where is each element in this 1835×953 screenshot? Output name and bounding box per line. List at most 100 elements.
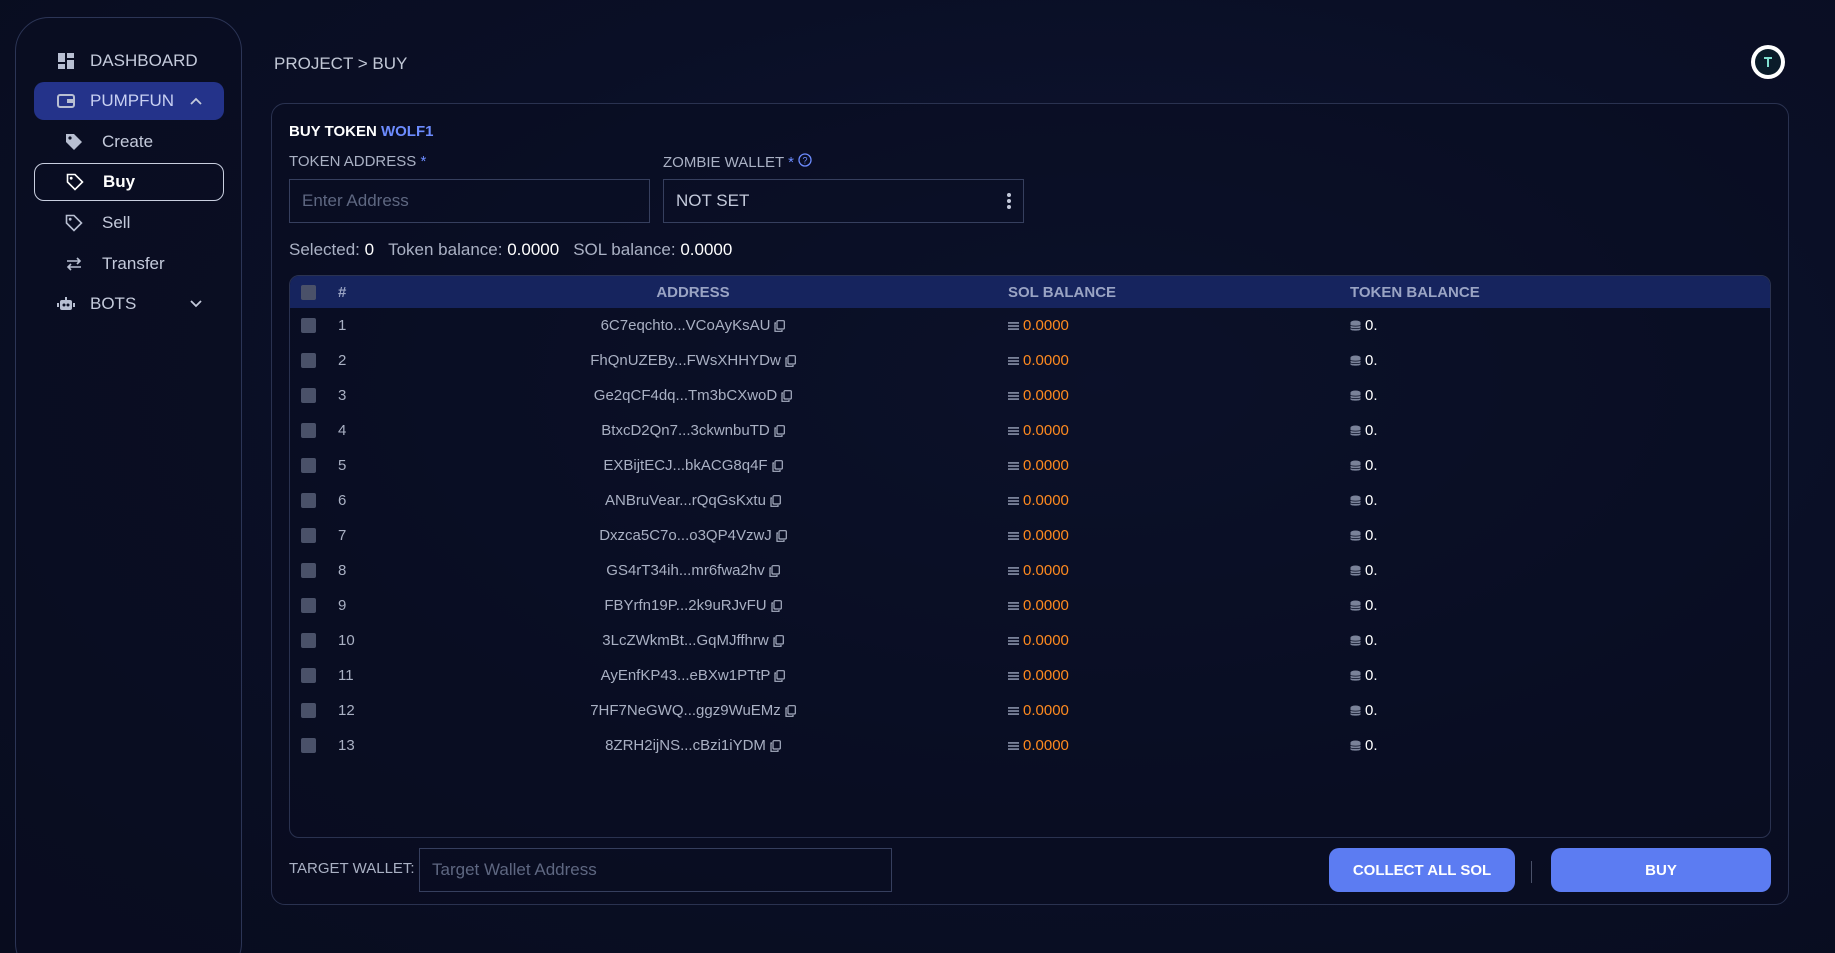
row-num: 12 bbox=[338, 702, 355, 719]
table-row[interactable]: 13 8ZRH2ijNS...cBzi1iYDM 0.0000 0. bbox=[290, 728, 1770, 763]
row-num: 3 bbox=[338, 387, 347, 404]
header-num: # bbox=[338, 283, 347, 301]
collect-all-sol-button[interactable]: COLLECT ALL SOL bbox=[1329, 848, 1515, 892]
sidebar-item-sell[interactable]: Sell bbox=[34, 204, 224, 242]
zombie-wallet-value: NOT SET bbox=[676, 191, 750, 210]
row-address: Dxzca5C7o...o3QP4VzwJ bbox=[599, 527, 772, 544]
row-checkbox[interactable] bbox=[300, 633, 316, 648]
copy-icon[interactable] bbox=[770, 739, 781, 752]
button-divider bbox=[1531, 861, 1532, 883]
header-sol-balance: SOL BALANCE bbox=[1008, 283, 1117, 301]
copy-icon[interactable] bbox=[776, 529, 787, 542]
row-checkbox[interactable] bbox=[300, 388, 316, 403]
help-circle-icon[interactable]: ? bbox=[798, 153, 812, 171]
dashboard-grid-icon bbox=[56, 51, 76, 71]
table-row[interactable]: 9 FBYrfn19P...2k9uRJvFU 0.0000 0. bbox=[290, 588, 1770, 623]
sol-coin-icon bbox=[1008, 566, 1019, 576]
sol-balance-label: SOL balance: bbox=[573, 240, 676, 259]
token-balance-value: 0.0000 bbox=[507, 240, 560, 259]
kebab-menu-icon[interactable] bbox=[1007, 192, 1011, 210]
table-row[interactable]: 11 AyEnfKP43...eBXw1PTtP 0.0000 0. bbox=[290, 658, 1770, 693]
copy-icon[interactable] bbox=[774, 424, 785, 437]
token-db-icon bbox=[1350, 460, 1361, 472]
row-checkbox[interactable] bbox=[300, 423, 316, 438]
table-row[interactable]: 6 ANBruVear...rQqGsKxtu 0.0000 0. bbox=[290, 483, 1770, 518]
copy-icon[interactable] bbox=[785, 704, 796, 717]
target-wallet-input[interactable] bbox=[419, 848, 892, 892]
table-row[interactable]: 5 EXBijtECJ...bkACG8q4F 0.0000 0. bbox=[290, 448, 1770, 483]
row-sol-balance: 0.0000 bbox=[1023, 457, 1069, 474]
sidebar-item-dashboard[interactable]: DASHBOARD bbox=[34, 42, 224, 80]
row-checkbox[interactable] bbox=[300, 738, 316, 753]
row-sol-balance: 0.0000 bbox=[1023, 527, 1069, 544]
row-sol-balance: 0.0000 bbox=[1023, 352, 1069, 369]
sol-coin-icon bbox=[1008, 426, 1019, 436]
row-checkbox[interactable] bbox=[300, 528, 316, 543]
row-checkbox[interactable] bbox=[300, 598, 316, 613]
row-token-balance: 0. bbox=[1365, 597, 1378, 614]
zombie-wallet-label: ZOMBIE WALLET * ? bbox=[663, 153, 812, 171]
token-address-input[interactable] bbox=[289, 179, 650, 223]
token-db-icon bbox=[1350, 320, 1361, 332]
row-num: 13 bbox=[338, 737, 355, 754]
copy-icon[interactable] bbox=[785, 354, 796, 367]
sidebar-item-pumpfun[interactable]: PUMPFUN bbox=[34, 82, 224, 120]
token-db-icon bbox=[1350, 530, 1361, 542]
row-checkbox[interactable] bbox=[300, 353, 316, 368]
token-address-label-text: TOKEN ADDRESS bbox=[289, 153, 417, 170]
sidebar-item-bots[interactable]: BOTS bbox=[34, 285, 224, 323]
row-checkbox[interactable] bbox=[300, 458, 316, 473]
row-sol-balance: 0.0000 bbox=[1023, 317, 1069, 334]
row-checkbox[interactable] bbox=[300, 563, 316, 578]
table-row[interactable]: 12 7HF7NeGWQ...ggz9WuEMz 0.0000 0. bbox=[290, 693, 1770, 728]
row-token-balance: 0. bbox=[1365, 562, 1378, 579]
row-token-balance: 0. bbox=[1365, 422, 1378, 439]
sidebar-item-label: Transfer bbox=[102, 254, 165, 273]
table-header: # ADDRESS SOL BALANCE TOKEN BALANCE bbox=[290, 276, 1770, 308]
row-token-balance: 0. bbox=[1365, 737, 1378, 754]
tag-filled-icon bbox=[64, 132, 84, 152]
table-row[interactable]: 4 BtxcD2Qn7...3ckwnbuTD 0.0000 0. bbox=[290, 413, 1770, 448]
row-num: 8 bbox=[338, 562, 347, 579]
table-row[interactable]: 1 6C7eqchto...VCoAyKsAU 0.0000 0. bbox=[290, 308, 1770, 343]
token-db-icon bbox=[1350, 600, 1361, 612]
row-address: GS4rT34ih...mr6fwa2hv bbox=[606, 562, 765, 579]
table-row[interactable]: 7 Dxzca5C7o...o3QP4VzwJ 0.0000 0. bbox=[290, 518, 1770, 553]
row-sol-balance: 0.0000 bbox=[1023, 387, 1069, 404]
table-row[interactable]: 10 3LcZWkmBt...GqMJffhrw 0.0000 0. bbox=[290, 623, 1770, 658]
token-db-icon bbox=[1350, 425, 1361, 437]
zombie-wallet-select[interactable]: NOT SET bbox=[663, 179, 1024, 223]
copy-icon[interactable] bbox=[773, 634, 784, 647]
row-token-balance: 0. bbox=[1365, 667, 1378, 684]
row-checkbox[interactable] bbox=[300, 318, 316, 333]
row-checkbox[interactable] bbox=[300, 493, 316, 508]
copy-icon[interactable] bbox=[769, 564, 780, 577]
row-sol-balance: 0.0000 bbox=[1023, 492, 1069, 509]
tag-outline-icon bbox=[64, 213, 84, 233]
sidebar-item-create[interactable]: Create bbox=[34, 123, 224, 161]
token-balance-label: Token balance: bbox=[388, 240, 503, 259]
row-address: 3LcZWkmBt...GqMJffhrw bbox=[602, 632, 769, 649]
buy-button[interactable]: BUY bbox=[1551, 848, 1771, 892]
sidebar-item-transfer[interactable]: Transfer bbox=[34, 245, 224, 283]
sidebar-item-label: Sell bbox=[102, 213, 131, 232]
copy-icon[interactable] bbox=[781, 389, 793, 402]
row-checkbox[interactable] bbox=[300, 703, 316, 718]
table-row[interactable]: 2 FhQnUZEBy...FWsXHHYDw 0.0000 0. bbox=[290, 343, 1770, 378]
sidebar-item-buy[interactable]: Buy bbox=[34, 163, 224, 201]
copy-icon[interactable] bbox=[774, 319, 786, 332]
sol-balance-stat: SOL balance: 0.0000 bbox=[573, 240, 732, 260]
table-row[interactable]: 3 Ge2qCF4dq...Tm3bCXwoD 0.0000 0. bbox=[290, 378, 1770, 413]
select-all-checkbox[interactable] bbox=[300, 284, 316, 300]
row-token-balance: 0. bbox=[1365, 457, 1378, 474]
table-row[interactable]: 8 GS4rT34ih...mr6fwa2hv 0.0000 0. bbox=[290, 553, 1770, 588]
row-checkbox[interactable] bbox=[300, 668, 316, 683]
copy-icon[interactable] bbox=[771, 599, 782, 612]
copy-icon[interactable] bbox=[774, 669, 786, 682]
avatar-logo-icon bbox=[1755, 49, 1781, 75]
copy-icon[interactable] bbox=[772, 459, 783, 472]
token-balance-stat: Token balance: 0.0000 bbox=[388, 240, 559, 260]
copy-icon[interactable] bbox=[770, 494, 781, 507]
balance-stats: Selected: 0 Token balance: 0.0000 SOL ba… bbox=[289, 240, 732, 260]
avatar[interactable] bbox=[1751, 45, 1785, 79]
